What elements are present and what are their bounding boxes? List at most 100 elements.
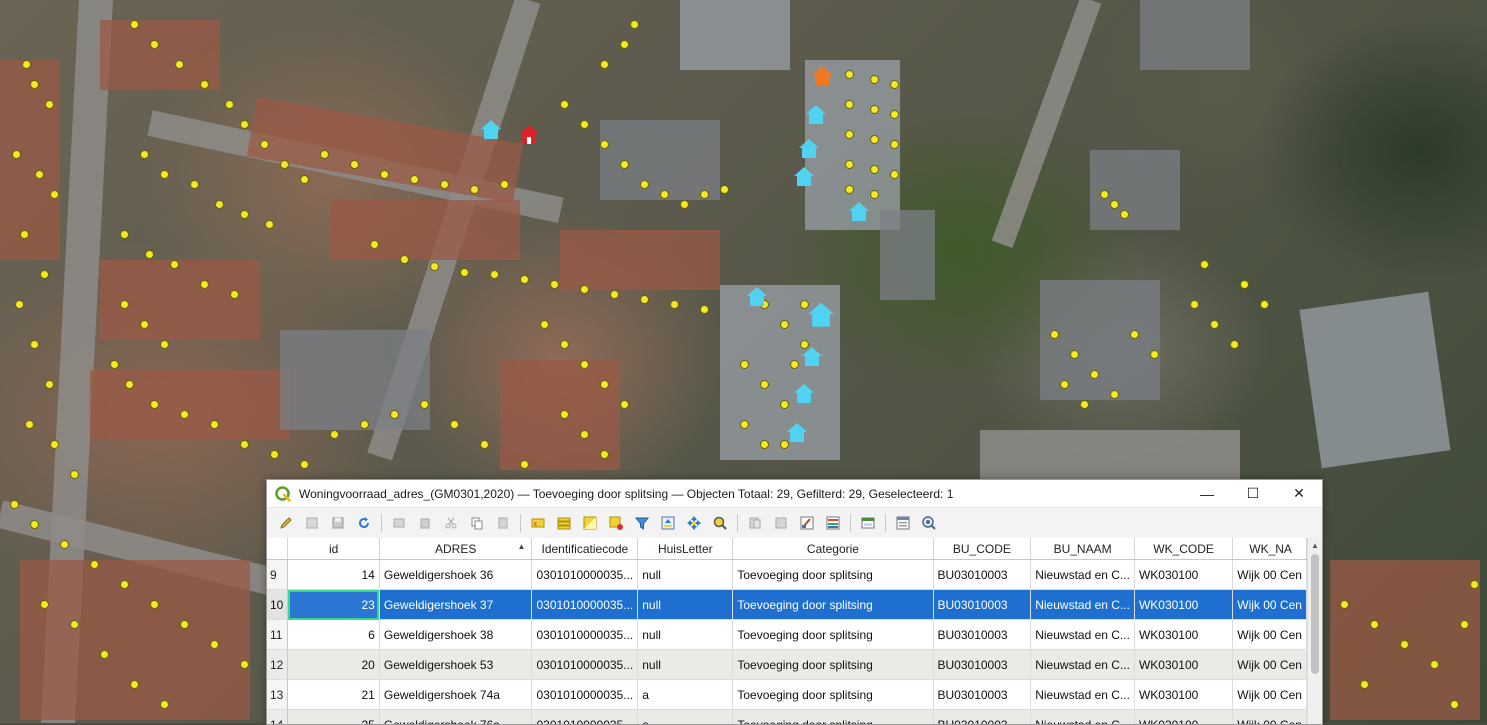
cell-wk-naam[interactable]: Wijk 00 Cen bbox=[1232, 589, 1307, 620]
address-point[interactable] bbox=[700, 190, 709, 199]
cell-categorie[interactable]: Toevoeging door splitsing bbox=[732, 709, 934, 724]
address-point[interactable] bbox=[12, 150, 21, 159]
address-point[interactable] bbox=[90, 560, 99, 569]
cell-id[interactable]: 20 bbox=[287, 649, 380, 680]
cell-categorie[interactable]: Toevoeging door splitsing bbox=[732, 559, 934, 590]
address-point[interactable] bbox=[890, 110, 899, 119]
address-point[interactable] bbox=[740, 420, 749, 429]
address-point[interactable] bbox=[70, 620, 79, 629]
address-point[interactable] bbox=[1130, 330, 1139, 339]
address-point[interactable] bbox=[580, 360, 589, 369]
cell-id-current[interactable]: 23 bbox=[287, 589, 380, 620]
cell-identificatiecode[interactable]: 0301010000035... bbox=[531, 649, 639, 680]
cell-categorie[interactable]: Toevoeging door splitsing bbox=[732, 619, 934, 650]
address-point[interactable] bbox=[640, 295, 649, 304]
zoom-to-selection-icon[interactable] bbox=[710, 513, 730, 533]
address-point[interactable] bbox=[200, 280, 209, 289]
save-icon[interactable] bbox=[328, 513, 348, 533]
dock-icon[interactable] bbox=[858, 513, 878, 533]
address-point[interactable] bbox=[600, 140, 609, 149]
address-point[interactable] bbox=[45, 380, 54, 389]
address-point[interactable] bbox=[1360, 680, 1369, 689]
cell-id[interactable]: 6 bbox=[287, 619, 380, 650]
address-point[interactable] bbox=[230, 290, 239, 299]
address-point[interactable] bbox=[1080, 400, 1089, 409]
address-point[interactable] bbox=[845, 130, 854, 139]
address-point[interactable] bbox=[1340, 600, 1349, 609]
address-point[interactable] bbox=[130, 680, 139, 689]
address-point[interactable] bbox=[30, 520, 39, 529]
cell-bu-naam[interactable]: Nieuwstad en C... bbox=[1030, 619, 1135, 650]
row-number[interactable]: 10 bbox=[267, 589, 289, 620]
address-point[interactable] bbox=[160, 170, 169, 179]
cell-wk-naam[interactable]: Wijk 00 Cen bbox=[1232, 619, 1307, 650]
address-point[interactable] bbox=[140, 320, 149, 329]
house-icon[interactable] bbox=[786, 421, 808, 443]
address-point[interactable] bbox=[1090, 370, 1099, 379]
address-point[interactable] bbox=[480, 440, 489, 449]
address-point[interactable] bbox=[440, 180, 449, 189]
cell-id[interactable]: 21 bbox=[287, 679, 380, 710]
address-point[interactable] bbox=[1400, 640, 1409, 649]
address-point[interactable] bbox=[10, 500, 19, 509]
address-point[interactable] bbox=[640, 180, 649, 189]
address-point[interactable] bbox=[560, 100, 569, 109]
cell-wk-code[interactable]: WK030100 bbox=[1134, 559, 1234, 590]
address-point[interactable] bbox=[890, 80, 899, 89]
address-point[interactable] bbox=[150, 40, 159, 49]
filter-icon[interactable] bbox=[632, 513, 652, 533]
cell-id[interactable]: 25 bbox=[287, 709, 380, 724]
address-point[interactable] bbox=[180, 620, 189, 629]
field-calculator-icon[interactable] bbox=[797, 513, 817, 533]
form-view-icon[interactable] bbox=[893, 513, 913, 533]
cell-adres[interactable]: Geweldigershoek 76a bbox=[379, 709, 533, 724]
address-point[interactable] bbox=[390, 410, 399, 419]
address-point[interactable] bbox=[1460, 620, 1469, 629]
address-point[interactable] bbox=[700, 305, 709, 314]
house-icon[interactable] bbox=[807, 300, 835, 328]
column-header[interactable]: BU_CODE bbox=[933, 538, 1032, 560]
column-header[interactable]: WK_NA bbox=[1232, 538, 1307, 560]
address-point[interactable] bbox=[620, 400, 629, 409]
invert-selection-icon[interactable] bbox=[580, 513, 600, 533]
cell-wk-naam[interactable]: Wijk 00 Cen bbox=[1232, 649, 1307, 680]
pan-to-selection-icon[interactable] bbox=[684, 513, 704, 533]
cell-huisletter[interactable]: a bbox=[637, 679, 734, 710]
address-point[interactable] bbox=[1430, 660, 1439, 669]
address-point[interactable] bbox=[870, 190, 879, 199]
address-point[interactable] bbox=[1200, 260, 1209, 269]
address-point[interactable] bbox=[1060, 380, 1069, 389]
row-number[interactable]: 13 bbox=[267, 679, 289, 710]
address-point[interactable] bbox=[120, 230, 129, 239]
address-point[interactable] bbox=[270, 450, 279, 459]
address-point[interactable] bbox=[760, 440, 769, 449]
address-point[interactable] bbox=[600, 450, 609, 459]
address-point[interactable] bbox=[1450, 700, 1459, 709]
address-point[interactable] bbox=[150, 600, 159, 609]
address-point[interactable] bbox=[40, 270, 49, 279]
address-point[interactable] bbox=[1470, 580, 1479, 589]
row-number[interactable]: 14 bbox=[267, 709, 289, 724]
column-header[interactable]: WK_CODE bbox=[1134, 538, 1234, 560]
delete-field-icon[interactable] bbox=[771, 513, 791, 533]
address-point[interactable] bbox=[620, 160, 629, 169]
cell-bu-code[interactable]: BU03010003 bbox=[933, 709, 1032, 724]
cell-wk-naam[interactable]: Wijk 00 Cen bbox=[1232, 709, 1307, 724]
corner-header[interactable] bbox=[267, 538, 289, 560]
address-point[interactable] bbox=[60, 540, 69, 549]
address-point[interactable] bbox=[35, 170, 44, 179]
address-point[interactable] bbox=[45, 100, 54, 109]
address-point[interactable] bbox=[22, 60, 31, 69]
address-point[interactable] bbox=[130, 20, 139, 29]
address-point[interactable] bbox=[845, 185, 854, 194]
cell-identificatiecode[interactable]: 0301010000035... bbox=[531, 589, 639, 620]
address-point[interactable] bbox=[180, 410, 189, 419]
cell-huisletter[interactable]: null bbox=[637, 559, 734, 590]
address-point[interactable] bbox=[350, 160, 359, 169]
address-point[interactable] bbox=[210, 420, 219, 429]
house-icon[interactable] bbox=[746, 285, 768, 307]
table-row[interactable]: 12 20 Geweldigershoek 53 0301010000035..… bbox=[267, 649, 1307, 680]
address-point[interactable] bbox=[1370, 620, 1379, 629]
address-point[interactable] bbox=[780, 400, 789, 409]
address-point[interactable] bbox=[560, 340, 569, 349]
